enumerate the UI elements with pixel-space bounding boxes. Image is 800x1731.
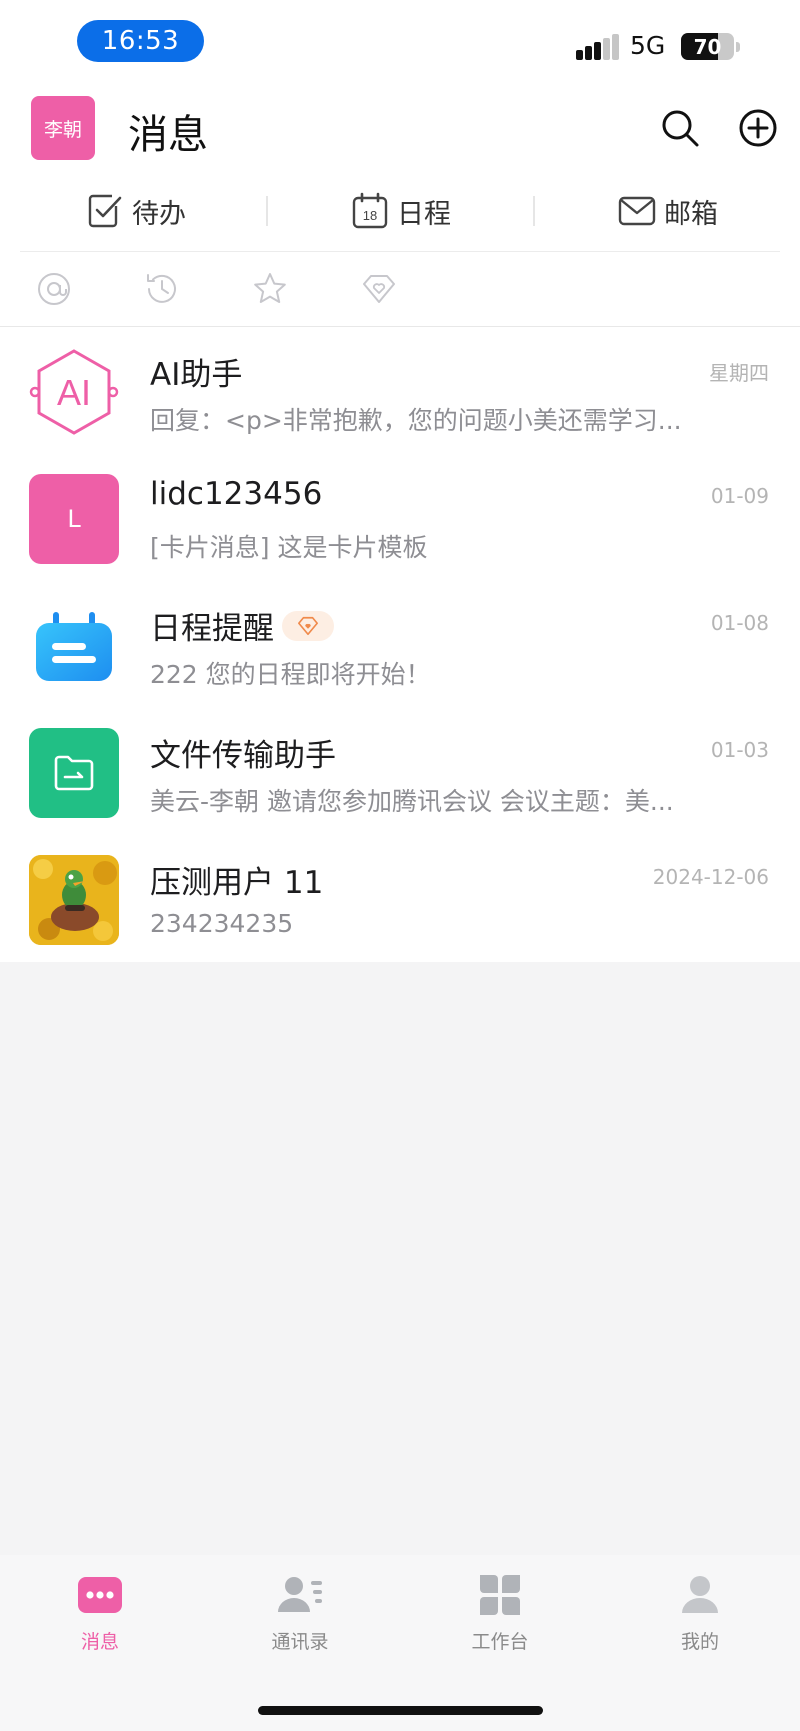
tab-messages[interactable]: 消息 [40, 1571, 160, 1654]
tab-label: 工作台 [471, 1631, 529, 1653]
conversation-time: 星期四 [709, 361, 769, 385]
svg-text:18: 18 [363, 208, 377, 223]
conversation-name: 文件传输助手 [150, 738, 336, 774]
conversation-name: 压测用户 11 [150, 865, 324, 901]
folder-transfer-icon [29, 728, 119, 818]
conversation-file-transfer[interactable]: 文件传输助手 01-03 美云-李朝 邀请您参加腾讯会议 会议主题：美... [0, 708, 800, 835]
search-icon[interactable] [660, 108, 700, 148]
conversation-time: 2024-12-06 [652, 865, 769, 889]
contacts-icon [278, 1577, 322, 1612]
conversation-list: AI AI助手 星期四 回复：<p>非常抱歉，您的问题小美还需学习... L l… [0, 327, 800, 962]
at-icon[interactable] [36, 271, 72, 307]
quick-link-todo[interactable]: 待办 [86, 186, 186, 236]
tab-label: 我的 [680, 1631, 719, 1653]
calendar-icon: 18 [352, 192, 388, 229]
conversation-preview: [卡片消息] 这是卡片模板 [150, 533, 428, 562]
plus-circle-icon[interactable] [738, 108, 778, 148]
photo-avatar [29, 855, 119, 945]
star-icon[interactable] [252, 271, 288, 307]
conversation-preview: 回复：<p>非常抱歉，您的问题小美还需学习... [150, 406, 682, 435]
network-type: 5G [630, 31, 666, 60]
user-avatar[interactable]: 李朝 [31, 96, 95, 160]
bottom-tab-bar: 消息 通讯录 工作台 我的 [0, 1555, 800, 1731]
conversation-stress-user-11[interactable]: 压测用户 11 2024-12-06 234234235 [0, 835, 800, 962]
schedule-bot-icon [29, 601, 119, 691]
tab-workbench[interactable]: 工作台 [440, 1571, 560, 1654]
tab-contacts[interactable]: 通讯录 [240, 1571, 360, 1654]
quick-link-mail[interactable]: 邮箱 [618, 186, 718, 236]
conversation-time: 01-08 [710, 611, 769, 635]
conversation-schedule-reminder[interactable]: 日程提醒 01-08 222 您的日程即将开始！ [0, 581, 800, 708]
page-title: 消息 [128, 112, 208, 158]
conversation-time: 01-09 [710, 484, 769, 508]
quick-link-label: 邮箱 [664, 198, 718, 230]
quick-link-separator [266, 196, 268, 226]
signal-icon [576, 34, 619, 60]
workbench-icon [480, 1575, 520, 1615]
heart-tag-icon[interactable] [361, 271, 397, 307]
conversation-name: 日程提醒 [150, 603, 334, 648]
status-time: 16:53 [77, 20, 204, 62]
svg-text:AI: AI [57, 372, 91, 413]
heart-tag-icon [282, 610, 334, 641]
battery-tip [736, 42, 740, 52]
mail-icon [618, 196, 656, 226]
quick-link-label: 待办 [132, 198, 186, 230]
conversation-preview: 234234235 [150, 909, 294, 938]
quick-link-schedule[interactable]: 18 日程 [351, 186, 451, 236]
conversation-name: AI助手 [150, 357, 243, 393]
header-divider [20, 251, 780, 252]
tab-profile[interactable]: 我的 [640, 1571, 760, 1654]
ai-logo-icon: AI [29, 347, 119, 437]
tab-label: 消息 [80, 1631, 119, 1653]
history-icon[interactable] [144, 271, 180, 307]
profile-icon [682, 1576, 718, 1613]
conversation-preview: 美云-李朝 邀请您参加腾讯会议 会议主题：美... [150, 787, 674, 816]
avatar: L [29, 474, 119, 564]
quick-link-label: 日程 [397, 198, 451, 230]
tab-label: 通讯录 [271, 1631, 329, 1653]
quick-link-separator [533, 196, 535, 226]
battery-level: 70 [693, 34, 722, 59]
conversation-preview: 222 您的日程即将开始！ [150, 660, 431, 689]
conversation-ai-assistant[interactable]: AI AI助手 星期四 回复：<p>非常抱歉，您的问题小美还需学习... [0, 327, 800, 454]
conversation-lidc123456[interactable]: L lidc123456 01-09 [卡片消息] 这是卡片模板 [0, 454, 800, 581]
home-indicator[interactable] [258, 1706, 543, 1715]
battery-icon: 70 [681, 33, 734, 60]
conversation-name-text: 日程提醒 [150, 611, 274, 647]
conversation-time: 01-03 [710, 738, 769, 762]
todo-check-icon [88, 194, 122, 228]
conversation-name: lidc123456 [150, 476, 323, 512]
chat-bubble-icon [78, 1577, 122, 1613]
